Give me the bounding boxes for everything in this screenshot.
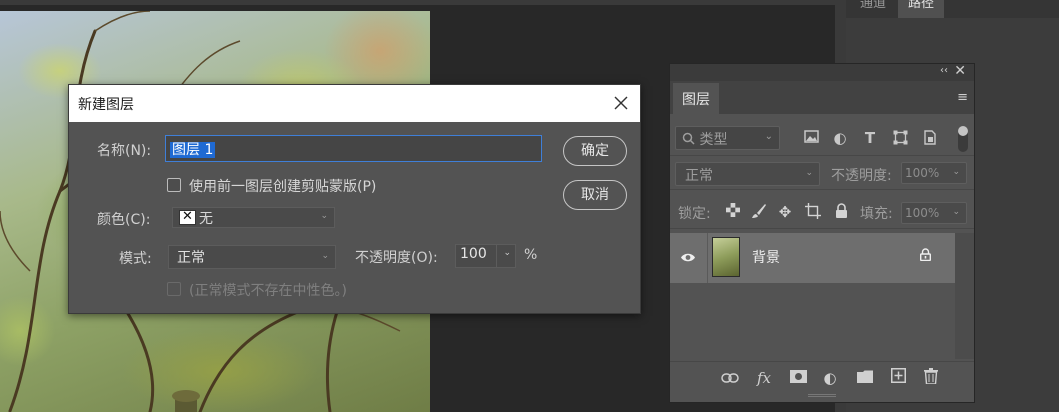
layers-tab-bar: 图层 ≡: [670, 81, 974, 114]
layer-name-input[interactable]: 图层 1: [165, 135, 542, 162]
lock-icon[interactable]: [919, 248, 932, 265]
tab-channels[interactable]: 通道: [850, 0, 896, 18]
layer-name-value: 图层 1: [170, 142, 216, 158]
no-color-swatch-icon: ✕: [179, 210, 196, 225]
layer-name[interactable]: 背景: [752, 247, 780, 267]
name-label: 名称(N):: [97, 143, 152, 159]
layers-panel-titlebar[interactable]: ‹‹ ✕: [670, 63, 974, 81]
panel-menu-icon[interactable]: ≡: [957, 90, 968, 105]
visibility-separator: [707, 233, 708, 283]
mode-value: 正常: [177, 250, 205, 266]
mask-icon[interactable]: [788, 368, 808, 388]
link-icon[interactable]: [720, 368, 740, 388]
close-icon[interactable]: [614, 88, 628, 116]
panel-resize-grip[interactable]: [808, 394, 836, 397]
chevron-down-icon: ⌄: [320, 211, 328, 221]
fill-label: 填充:: [860, 206, 893, 222]
chevron-down-icon: ⌄: [764, 131, 773, 142]
opacity-value: 100%: [905, 166, 940, 180]
smart-object-icon[interactable]: [922, 130, 938, 146]
dock-tab-bar: 通道 路径: [846, 0, 1059, 18]
layer-row[interactable]: 背景: [670, 233, 955, 283]
neutral-color-label: (正常模式不存在中性色。): [189, 283, 347, 299]
ok-button[interactable]: 确定: [563, 136, 627, 166]
lock-brush-icon[interactable]: [750, 203, 768, 221]
search-icon: [682, 132, 695, 145]
filter-type-select[interactable]: 类型 ⌄: [675, 126, 780, 150]
percent-label: %: [524, 247, 538, 263]
mode-label: 模式:: [119, 251, 152, 267]
image-icon[interactable]: [803, 130, 819, 146]
opacity-input[interactable]: 100% ⌄: [901, 162, 967, 184]
color-select[interactable]: ✕ 无 ⌄: [172, 207, 335, 228]
tab-paths[interactable]: 路径: [898, 0, 945, 18]
fill-input[interactable]: 100% ⌄: [901, 202, 967, 224]
shape-icon[interactable]: [892, 130, 908, 146]
lock-all-icon[interactable]: [832, 203, 850, 221]
lock-row: 锁定: ✥ 填充: 100% ⌄: [670, 197, 974, 229]
fx-icon[interactable]: fx: [754, 368, 774, 388]
lock-artboard-icon[interactable]: [804, 203, 822, 221]
color-value: 无: [199, 211, 213, 227]
opacity-label: 不透明度:: [831, 168, 892, 184]
folder-icon[interactable]: [855, 368, 875, 388]
chevron-down-icon[interactable]: ⌄: [952, 167, 960, 177]
opacity-divider: [496, 245, 497, 267]
filter-toggle[interactable]: [958, 126, 968, 152]
lock-label: 锁定:: [678, 206, 711, 222]
clip-mask-label[interactable]: 使用前一图层创建剪贴蒙版(P): [189, 176, 376, 196]
fill-value: 100%: [905, 206, 940, 220]
dialog-titlebar[interactable]: 新建图层: [69, 85, 640, 122]
adjustment-icon[interactable]: ◐: [832, 130, 848, 146]
new-layer-icon[interactable]: [888, 368, 908, 388]
blend-mode-select[interactable]: 正常 ⌄: [675, 162, 820, 186]
new-layer-dialog: 新建图层 名称(N): 图层 1 确定 取消 使用前一图层创建剪贴蒙版(P) 颜…: [68, 84, 641, 314]
lock-move-icon[interactable]: ✥: [776, 203, 794, 221]
blend-row: 正常 ⌄ 不透明度: 100% ⌄: [670, 160, 974, 190]
eye-icon[interactable]: [680, 249, 696, 267]
lock-transparent-icon[interactable]: [724, 203, 742, 221]
layers-panel: ‹‹ ✕ 图层 ≡ 类型 ⌄ ◐ T 正常 ⌄ 不透明度: 100% ⌄ 锁定:…: [669, 63, 975, 403]
trash-icon[interactable]: [921, 368, 941, 388]
text-icon[interactable]: T: [862, 130, 878, 146]
color-label: 颜色(C):: [97, 212, 151, 228]
opacity-input[interactable]: 100 ⌄: [455, 244, 516, 268]
chevron-down-icon[interactable]: ⌄: [952, 207, 960, 217]
clip-mask-checkbox[interactable]: [167, 178, 181, 192]
filter-type-label: 类型: [699, 132, 728, 148]
layer-thumbnail[interactable]: [712, 237, 740, 277]
layers-scrollbar[interactable]: [955, 233, 974, 359]
collapse-icon[interactable]: ‹‹: [940, 65, 948, 76]
cancel-button[interactable]: 取消: [563, 180, 627, 210]
close-icon[interactable]: ✕: [954, 63, 966, 79]
chevron-down-icon: ⌄: [321, 251, 329, 261]
adjustment-layer-icon[interactable]: ◐: [820, 368, 840, 388]
opacity-value: 100: [460, 246, 487, 262]
blend-mode-value: 正常: [685, 168, 713, 184]
mode-select[interactable]: 正常 ⌄: [168, 245, 336, 269]
opacity-label: 不透明度(O):: [355, 250, 438, 266]
layers-footer: fx ◐: [670, 361, 974, 393]
neutral-color-checkbox: [167, 282, 181, 296]
layer-filter-row: 类型 ⌄ ◐ T: [670, 122, 974, 156]
dialog-title: 新建图层: [78, 97, 134, 113]
chevron-down-icon[interactable]: ⌄: [503, 248, 511, 258]
tab-layers[interactable]: 图层: [673, 83, 719, 114]
chevron-down-icon: ⌄: [805, 168, 813, 178]
